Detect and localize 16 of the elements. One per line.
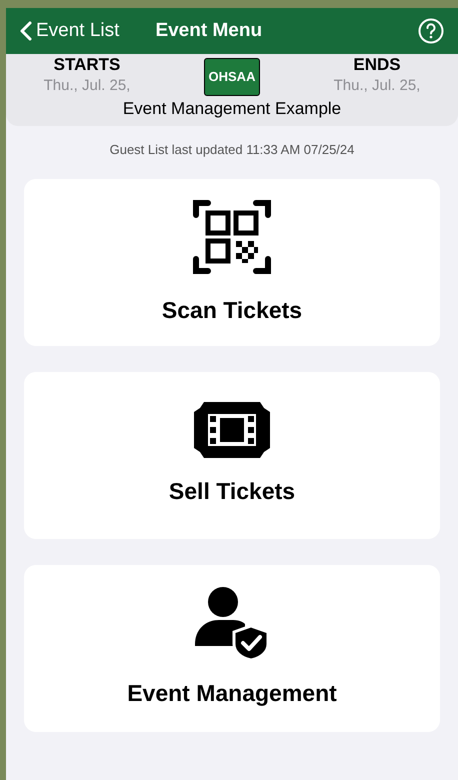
end-date: Thu., Jul. 25, [334,76,420,96]
event-name: Event Management Example [122,98,342,120]
action-card[interactable]: Sell Tickets [24,372,440,539]
help-icon[interactable] [418,18,444,44]
logo: OHSAA [204,58,260,96]
ticket-icon [194,402,270,458]
action-card[interactable]: Event Management [24,565,440,732]
ends-label: ENDS [353,54,401,76]
last-updated-text: Guest List last updated 11:33 AM 07/25/24 [110,140,354,159]
back-button[interactable]: Event List [20,16,120,46]
start-date: Thu., Jul. 25, [44,76,130,96]
page-title: Event Menu [155,18,262,43]
chevron-left-icon [20,21,32,41]
action-card[interactable]: Scan Tickets [24,179,440,346]
starts-label: STARTS [54,54,120,76]
user-shield-icon [195,586,269,660]
